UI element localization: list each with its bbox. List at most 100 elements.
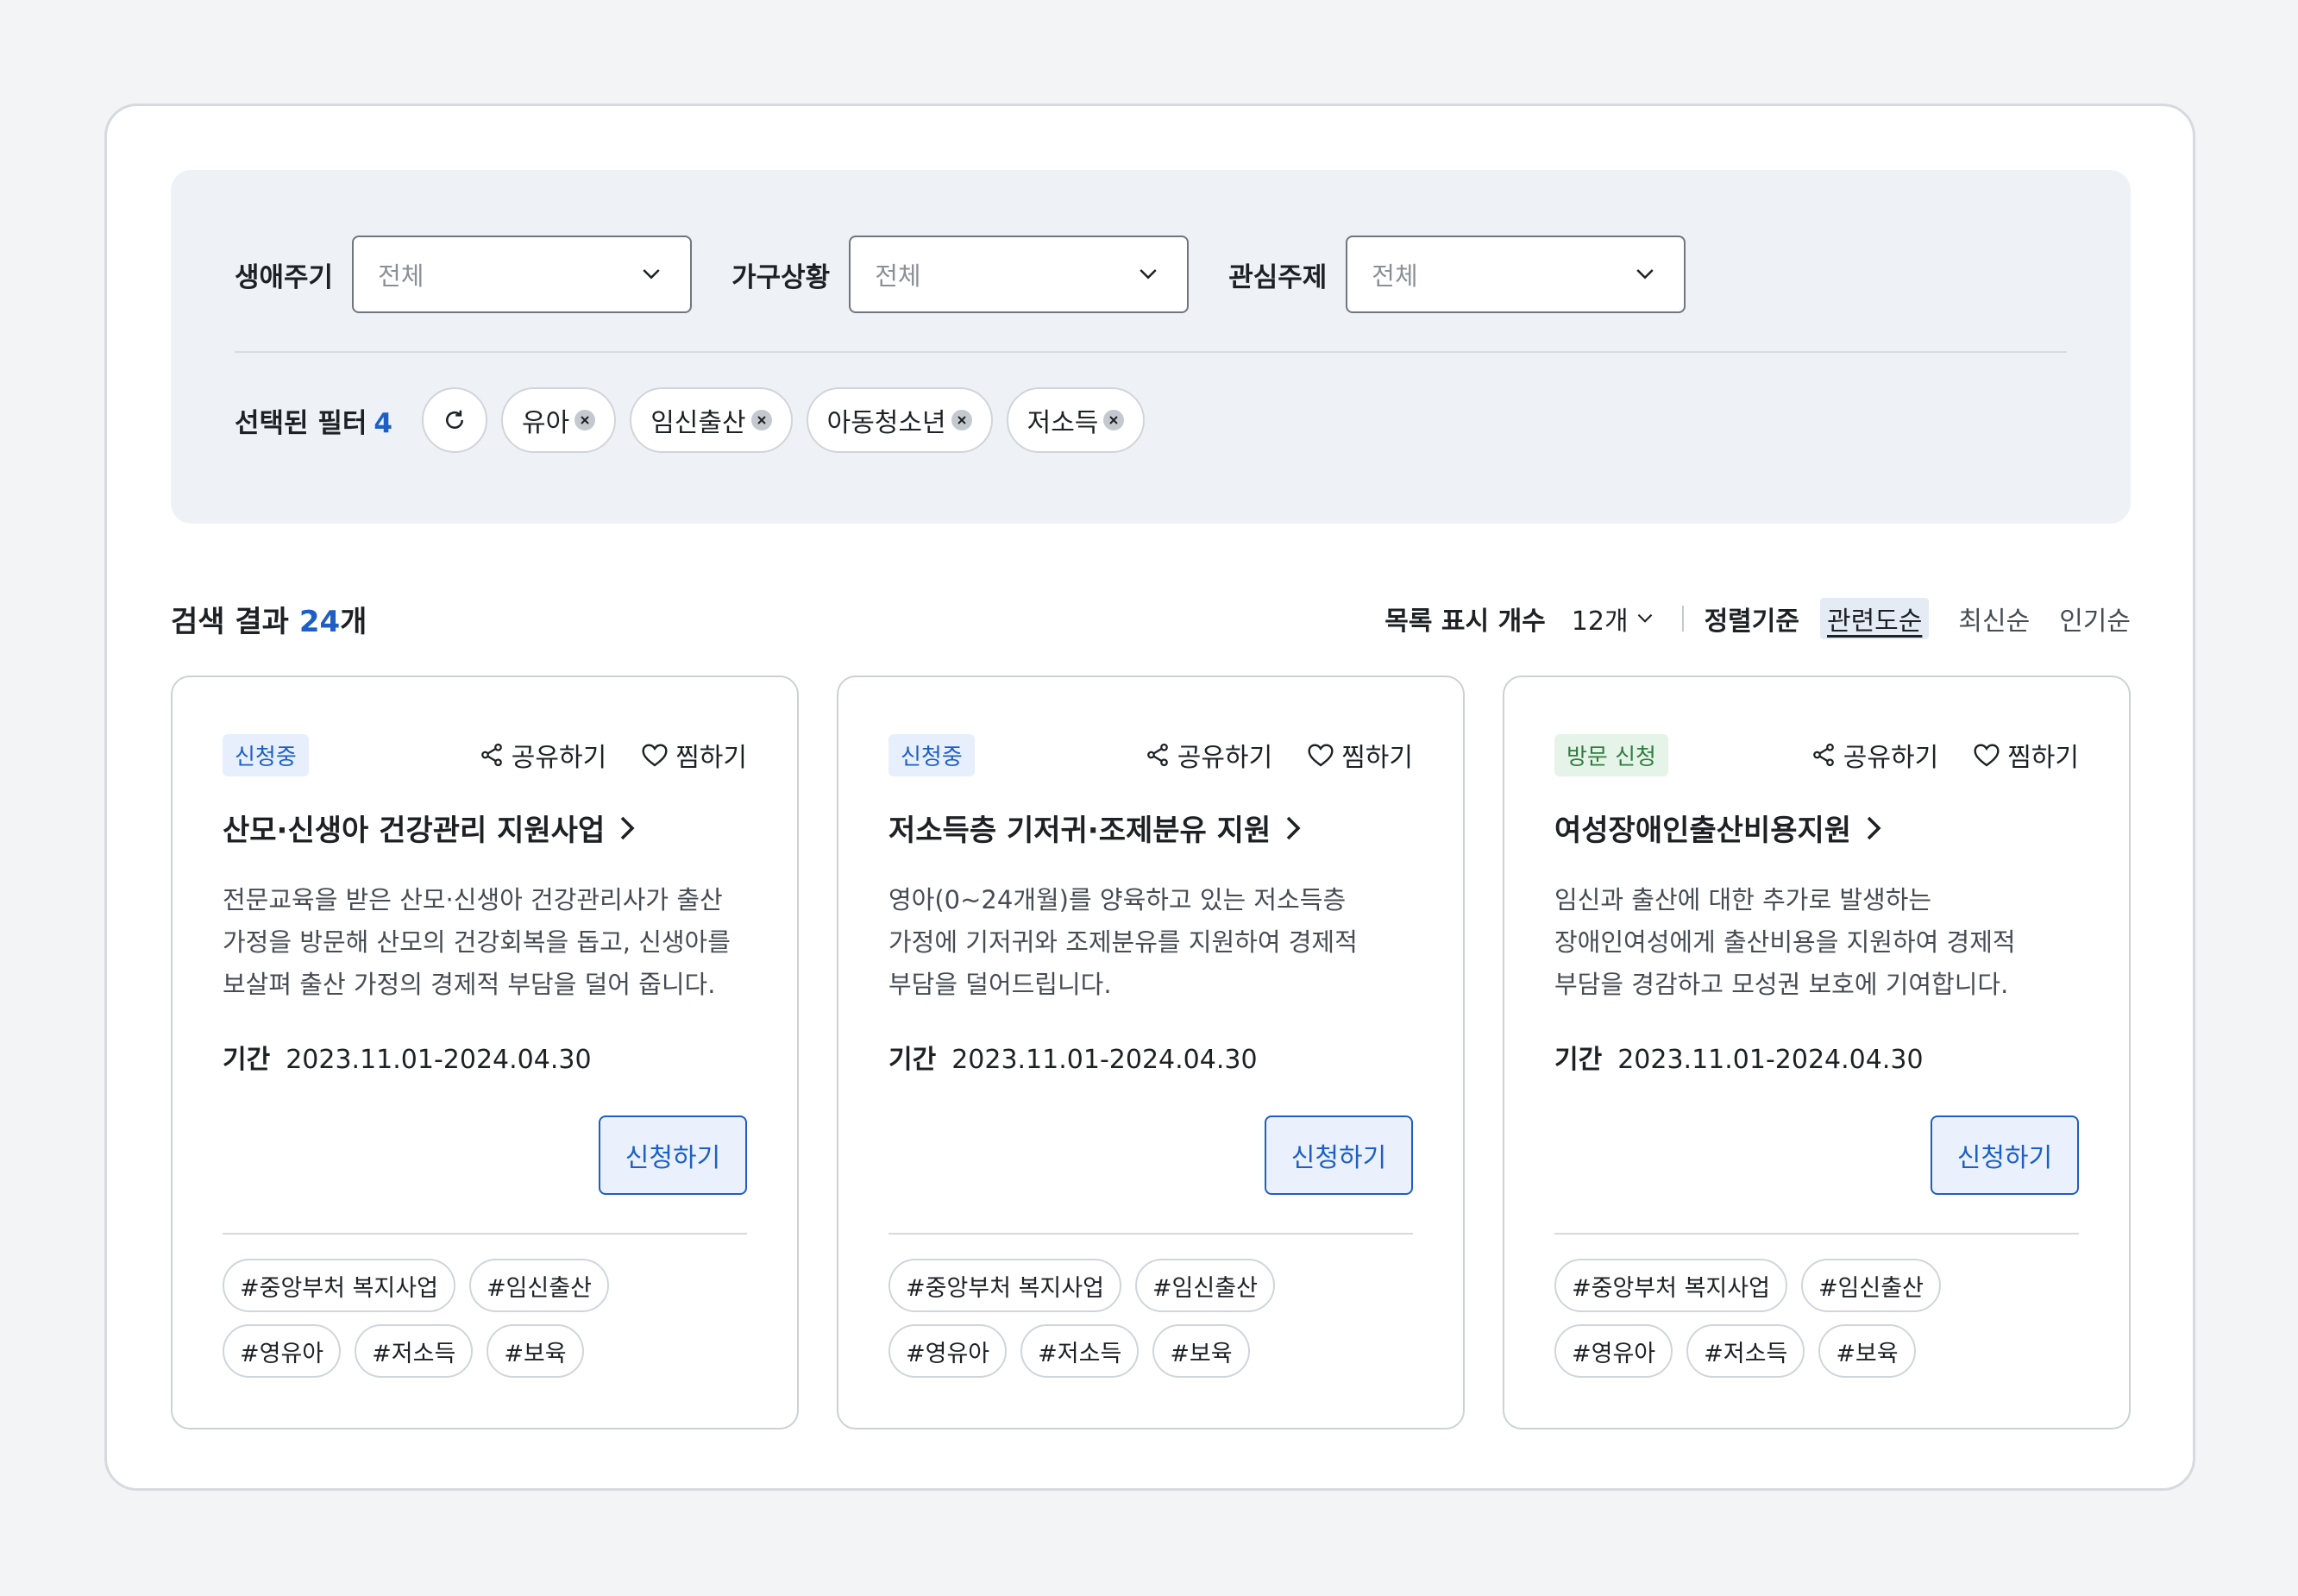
- tag-chip[interactable]: #보육: [487, 1324, 584, 1378]
- tag-chip[interactable]: #중앙부처 복지사업: [1554, 1259, 1787, 1312]
- filter-panel: 생애주기 전체 가구상황 전체 관심주제 전체 선택된 필터 4 유아 임신출산…: [171, 170, 2131, 524]
- interest-select[interactable]: 전체: [1346, 236, 1686, 313]
- card-actions: 공유하기 찜하기: [1110, 736, 1413, 774]
- filter-chip[interactable]: 아동청소년: [806, 387, 993, 453]
- card-actions: 공유하기 찜하기: [1776, 736, 2079, 774]
- tag-chip[interactable]: #저소득: [355, 1324, 474, 1378]
- filter-chip[interactable]: 유아: [500, 387, 617, 453]
- tag-chip[interactable]: #임신출산: [468, 1259, 609, 1312]
- bookmark-label: 찜하기: [2007, 743, 2079, 773]
- lifecycle-select[interactable]: 전체: [352, 236, 693, 313]
- period-value: 2023.11.01-2024.04.30: [951, 1045, 1258, 1075]
- share-button[interactable]: 공유하기: [1811, 736, 1938, 774]
- bookmark-button[interactable]: 찜하기: [641, 736, 747, 774]
- chip-label: 유아: [521, 408, 570, 438]
- heart-icon: [1974, 744, 2000, 767]
- status-badge: 신청중: [888, 733, 975, 776]
- select-value: 전체: [1372, 261, 1418, 291]
- status-badge: 방문 신청: [1554, 733, 1668, 776]
- household-select[interactable]: 전체: [849, 236, 1190, 313]
- chevron-right-icon: [1286, 816, 1301, 839]
- tag-chip[interactable]: #영유아: [223, 1324, 342, 1378]
- card-list: 신청중 공유하기 찜하기 산모·신생아 건강관리 지원사업 전문교육을 받은 산…: [171, 675, 2131, 1429]
- card-description: 임신과 출산에 대한 추가로 발생하는 장애인여성에게 출산비용을 지원하여 경…: [1554, 885, 2016, 999]
- tag-chip[interactable]: #저소득: [1686, 1324, 1805, 1378]
- tag-chip[interactable]: #보육: [1818, 1324, 1916, 1378]
- share-label: 공유하기: [1177, 743, 1273, 773]
- chevron-right-icon: [1867, 816, 1881, 839]
- service-card: 방문 신청 공유하기 찜하기 여성장애인출산비용지원 임신과 출산에 대한 추가…: [1503, 675, 2131, 1429]
- per-page-value: 12개: [1571, 606, 1629, 637]
- period-value: 2023.11.01-2024.04.30: [286, 1045, 592, 1075]
- result-count: 검색 결과 24개: [171, 598, 367, 640]
- card-title-link[interactable]: 여성장애인출산비용지원: [1554, 807, 1884, 849]
- filter-lifecycle: 생애주기 전체: [235, 236, 693, 313]
- share-label: 공유하기: [1843, 743, 1939, 773]
- bookmark-button[interactable]: 찜하기: [1307, 736, 1413, 774]
- share-button[interactable]: 공유하기: [479, 736, 606, 774]
- chevron-down-icon: [1637, 613, 1652, 623]
- card-title-link[interactable]: 저소득층 기저귀·조제분유 지원: [888, 807, 1303, 849]
- tag-chip[interactable]: #중앙부처 복지사업: [888, 1259, 1121, 1312]
- filter-label: 가구상황: [731, 261, 831, 293]
- tag-chip[interactable]: #보육: [1152, 1324, 1250, 1378]
- select-value: 전체: [378, 261, 424, 291]
- card-divider: [1554, 1233, 2079, 1235]
- card-tags: #중앙부처 복지사업 #임신출산 #영유아 #저소득 #보육: [223, 1259, 747, 1390]
- heart-icon: [1308, 744, 1334, 767]
- card-description: 영아(0~24개월)를 양육하고 있는 저소득층 가정에 기저귀와 조제분유를 …: [888, 885, 1358, 999]
- filter-chip[interactable]: 저소득: [1006, 387, 1146, 453]
- card-period: 기간 2023.11.01-2024.04.30: [223, 1038, 592, 1076]
- period-label: 기간: [1554, 1045, 1603, 1075]
- sort-label: 정렬기준: [1704, 606, 1799, 637]
- close-icon[interactable]: [951, 410, 972, 430]
- service-card: 신청중 공유하기 찜하기 저소득층 기저귀·조제분유 지원 영아(0~24개월)…: [837, 675, 1465, 1429]
- filter-chip[interactable]: 임신출산: [630, 387, 793, 453]
- card-tags: #중앙부처 복지사업 #임신출산 #영유아 #저소득 #보육: [1554, 1259, 2079, 1390]
- share-icon: [1146, 743, 1168, 767]
- sort-popular[interactable]: 인기순: [2059, 600, 2131, 638]
- results-bar: 검색 결과 24개 목록 표시 개수 12개 정렬기준 관련도순 최신순 인기순: [171, 593, 2131, 644]
- filter-interest: 관심주제 전체: [1228, 236, 1686, 313]
- filter-row: 생애주기 전체 가구상황 전체 관심주제 전체: [235, 236, 1725, 313]
- separator: [1681, 606, 1684, 631]
- reset-filters-button[interactable]: [421, 387, 487, 453]
- apply-button[interactable]: 신청하기: [1265, 1115, 1413, 1195]
- result-prefix: 검색 결과: [171, 604, 289, 639]
- per-page-select[interactable]: 12개: [1572, 600, 1656, 638]
- sort-relevance[interactable]: 관련도순: [1819, 598, 1930, 639]
- per-page-label: 목록 표시 개수: [1384, 606, 1546, 637]
- card-title: 저소득층 기저귀·조제분유 지원: [888, 814, 1271, 848]
- apply-button[interactable]: 신청하기: [599, 1115, 747, 1195]
- card-actions: 공유하기 찜하기: [444, 736, 747, 774]
- main-container: 생애주기 전체 가구상황 전체 관심주제 전체 선택된 필터 4 유아 임신출산…: [104, 104, 2195, 1491]
- card-title-link[interactable]: 산모·신생아 건강관리 지원사업: [223, 807, 637, 849]
- card-title: 산모·신생아 건강관리 지원사업: [223, 814, 606, 848]
- close-icon[interactable]: [750, 410, 772, 430]
- chip-label: 아동청소년: [826, 408, 946, 438]
- close-icon[interactable]: [1103, 410, 1125, 430]
- tag-chip[interactable]: #저소득: [1020, 1324, 1140, 1378]
- bookmark-label: 찜하기: [675, 743, 747, 773]
- tag-chip[interactable]: #영유아: [888, 1324, 1008, 1378]
- apply-button[interactable]: 신청하기: [1931, 1115, 2079, 1195]
- card-divider: [223, 1233, 747, 1235]
- close-icon[interactable]: [574, 410, 596, 430]
- bookmark-button[interactable]: 찜하기: [1973, 736, 2079, 774]
- selected-filters-label: 선택된 필터 4: [235, 401, 392, 440]
- sort-latest[interactable]: 최신순: [1958, 600, 2030, 638]
- share-label: 공유하기: [511, 743, 607, 773]
- card-divider: [888, 1233, 1413, 1235]
- tag-chip[interactable]: #영유아: [1554, 1324, 1673, 1378]
- tag-chip[interactable]: #임신출산: [1134, 1259, 1275, 1312]
- card-title: 여성장애인출산비용지원: [1554, 814, 1852, 848]
- card-period: 기간 2023.11.01-2024.04.30: [1554, 1038, 1924, 1076]
- period-label: 기간: [888, 1045, 937, 1075]
- tag-chip[interactable]: #중앙부처 복지사업: [223, 1259, 455, 1312]
- tag-chip[interactable]: #임신출산: [1800, 1259, 1941, 1312]
- chip-label: 임신출산: [650, 408, 746, 438]
- card-header: 신청중 공유하기 찜하기: [223, 733, 747, 776]
- status-badge: 신청중: [223, 733, 309, 776]
- share-button[interactable]: 공유하기: [1145, 736, 1272, 774]
- result-suffix: 개: [340, 604, 367, 639]
